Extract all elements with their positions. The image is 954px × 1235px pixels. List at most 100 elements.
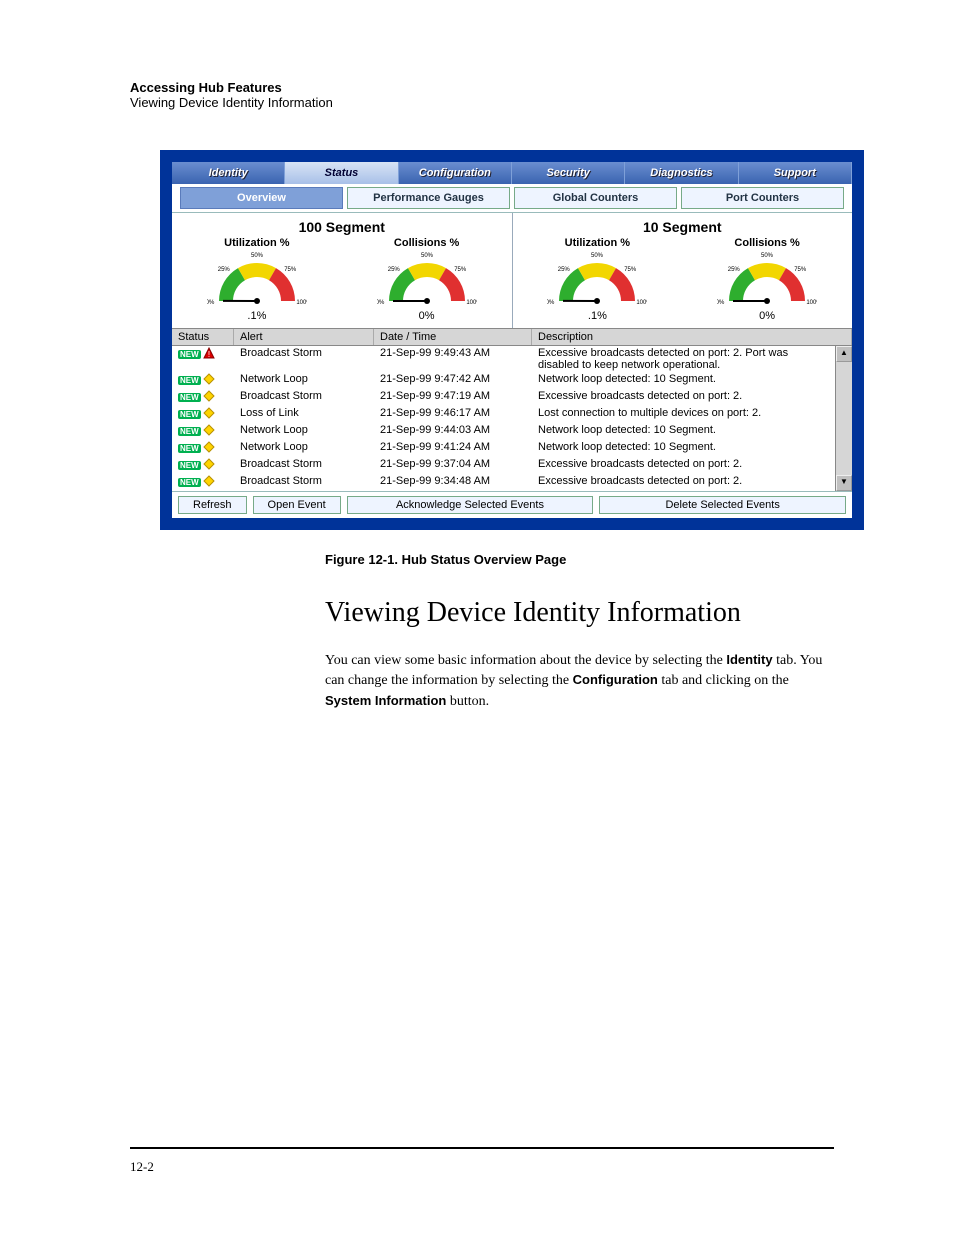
main-tab-diagnostics[interactable]: Diagnostics	[625, 162, 738, 184]
segment-10-segment: 10 SegmentUtilization %0%25%50%75%100%.1…	[513, 213, 853, 328]
svg-text:100%: 100%	[806, 300, 817, 306]
main-tab-security[interactable]: Security	[512, 162, 625, 184]
body-text-1: You can view some basic information abou…	[325, 653, 726, 668]
svg-text:50%: 50%	[421, 253, 434, 259]
alert-table-body: NEW!Broadcast Storm21-Sep-99 9:49:43 AME…	[172, 346, 852, 491]
refresh-button[interactable]: Refresh	[178, 496, 247, 514]
acknowledge-button[interactable]: Acknowledge Selected Events	[347, 496, 594, 514]
sub-tab-performance-gauges[interactable]: Performance Gauges	[347, 187, 510, 209]
new-badge: NEW	[178, 350, 201, 359]
section-title: Viewing Device Identity Information	[325, 597, 834, 629]
sub-tab-overview[interactable]: Overview	[180, 187, 343, 209]
scroll-up-icon[interactable]: ▲	[836, 346, 852, 362]
cell-description: Lost connection to multiple devices on p…	[532, 407, 835, 419]
main-tab-bar: IdentityStatusConfigurationSecurityDiagn…	[172, 162, 852, 184]
table-row[interactable]: NEWBroadcast Storm21-Sep-99 9:34:48 AMEx…	[172, 474, 835, 491]
main-tab-support[interactable]: Support	[739, 162, 852, 184]
header-description[interactable]: Description	[532, 329, 852, 345]
svg-text:25%: 25%	[218, 267, 231, 273]
sub-tab-port-counters[interactable]: Port Counters	[681, 187, 844, 209]
new-badge: NEW	[178, 427, 201, 436]
cell-alert: Network Loop	[234, 424, 374, 436]
table-row[interactable]: NEW!Broadcast Storm21-Sep-99 9:49:43 AME…	[172, 346, 835, 372]
cell-alert: Network Loop	[234, 373, 374, 385]
svg-text:75%: 75%	[794, 267, 807, 273]
gauge-utilization-: Utilization %0%25%50%75%100%.1%	[513, 237, 683, 326]
header-date[interactable]: Date / Time	[374, 329, 532, 345]
page-number: 12-2	[130, 1159, 154, 1174]
table-row[interactable]: NEWNetwork Loop21-Sep-99 9:47:42 AMNetwo…	[172, 372, 835, 389]
scroll-track[interactable]	[836, 362, 852, 475]
main-tab-status[interactable]: Status	[285, 162, 398, 184]
sub-tab-global-counters[interactable]: Global Counters	[514, 187, 677, 209]
gauge-value: .1%	[178, 310, 336, 322]
warning-icon	[203, 475, 215, 490]
warning-icon	[203, 441, 215, 456]
cell-description: Excessive broadcasts detected on port: 2…	[532, 390, 835, 402]
alert-table-header: Status Alert Date / Time Description	[172, 328, 852, 346]
warning-icon	[203, 424, 215, 439]
new-badge: NEW	[178, 478, 201, 487]
main-tab-identity[interactable]: Identity	[172, 162, 285, 184]
cell-date: 21-Sep-99 9:46:17 AM	[374, 407, 532, 419]
svg-text:100%: 100%	[637, 300, 648, 306]
page-header: Accessing Hub Features Viewing Device Id…	[130, 80, 834, 110]
cell-alert: Broadcast Storm	[234, 390, 374, 402]
table-row[interactable]: NEWNetwork Loop21-Sep-99 9:41:24 AMNetwo…	[172, 440, 835, 457]
svg-text:75%: 75%	[625, 267, 638, 273]
warning-icon	[203, 458, 215, 473]
svg-text:75%: 75%	[284, 267, 297, 273]
gauge-area: 100 Segment Utilization % 0% 25% 50% 75% 100%.…	[172, 212, 852, 328]
scroll-down-icon[interactable]: ▼	[836, 475, 852, 491]
svg-text:50%: 50%	[761, 253, 774, 259]
warning-icon	[203, 390, 215, 405]
svg-text:75%: 75%	[454, 267, 467, 273]
main-tab-configuration[interactable]: Configuration	[399, 162, 512, 184]
header-status[interactable]: Status	[172, 329, 234, 345]
svg-text:50%: 50%	[591, 253, 604, 259]
gauge-label: Utilization %	[178, 237, 336, 249]
segment-title: 100 Segment	[172, 219, 512, 235]
svg-text:0%: 0%	[207, 300, 215, 306]
identity-bold: Identity	[726, 652, 772, 667]
delete-events-button[interactable]: Delete Selected Events	[599, 496, 846, 514]
cell-alert: Broadcast Storm	[234, 347, 374, 359]
gauge-label: Utilization %	[519, 237, 677, 249]
gauge-label: Collisions %	[688, 237, 846, 249]
system-information-bold: System Information	[325, 693, 446, 708]
header-alert[interactable]: Alert	[234, 329, 374, 345]
new-badge: NEW	[178, 444, 201, 453]
gauge-value: .1%	[519, 310, 677, 322]
cell-alert: Broadcast Storm	[234, 475, 374, 487]
cell-description: Network loop detected: 10 Segment.	[532, 424, 835, 436]
cell-date: 21-Sep-99 9:37:04 AM	[374, 458, 532, 470]
svg-text:!: !	[208, 350, 210, 359]
cell-alert: Network Loop	[234, 441, 374, 453]
action-button-row: Refresh Open Event Acknowledge Selected …	[172, 491, 852, 518]
gauge-label: Collisions %	[348, 237, 506, 249]
sub-tab-bar: OverviewPerformance GaugesGlobal Counter…	[172, 184, 852, 212]
svg-text:25%: 25%	[558, 267, 571, 273]
cell-date: 21-Sep-99 9:41:24 AM	[374, 441, 532, 453]
table-row[interactable]: NEWBroadcast Storm21-Sep-99 9:47:19 AMEx…	[172, 389, 835, 406]
cell-description: Network loop detected: 10 Segment.	[532, 373, 835, 385]
header-subtitle: Viewing Device Identity Information	[130, 95, 834, 110]
new-badge: NEW	[178, 461, 201, 470]
svg-text:0%: 0%	[717, 300, 725, 306]
open-event-button[interactable]: Open Event	[253, 496, 341, 514]
table-row[interactable]: NEWBroadcast Storm21-Sep-99 9:37:04 AMEx…	[172, 457, 835, 474]
cell-date: 21-Sep-99 9:47:19 AM	[374, 390, 532, 402]
scrollbar[interactable]: ▲ ▼	[835, 346, 852, 491]
cell-date: 21-Sep-99 9:47:42 AM	[374, 373, 532, 385]
warning-icon	[203, 373, 215, 388]
body-text-4: button.	[446, 694, 489, 709]
svg-text:0%: 0%	[377, 300, 385, 306]
svg-text:25%: 25%	[387, 267, 400, 273]
warning-icon	[203, 407, 215, 422]
new-badge: NEW	[178, 410, 201, 419]
table-row[interactable]: NEWLoss of Link21-Sep-99 9:46:17 AMLost …	[172, 406, 835, 423]
svg-text:50%: 50%	[251, 253, 264, 259]
figure-caption: Figure 12-1. Hub Status Overview Page	[325, 552, 834, 567]
table-row[interactable]: NEWNetwork Loop21-Sep-99 9:44:03 AMNetwo…	[172, 423, 835, 440]
header-title: Accessing Hub Features	[130, 80, 834, 95]
